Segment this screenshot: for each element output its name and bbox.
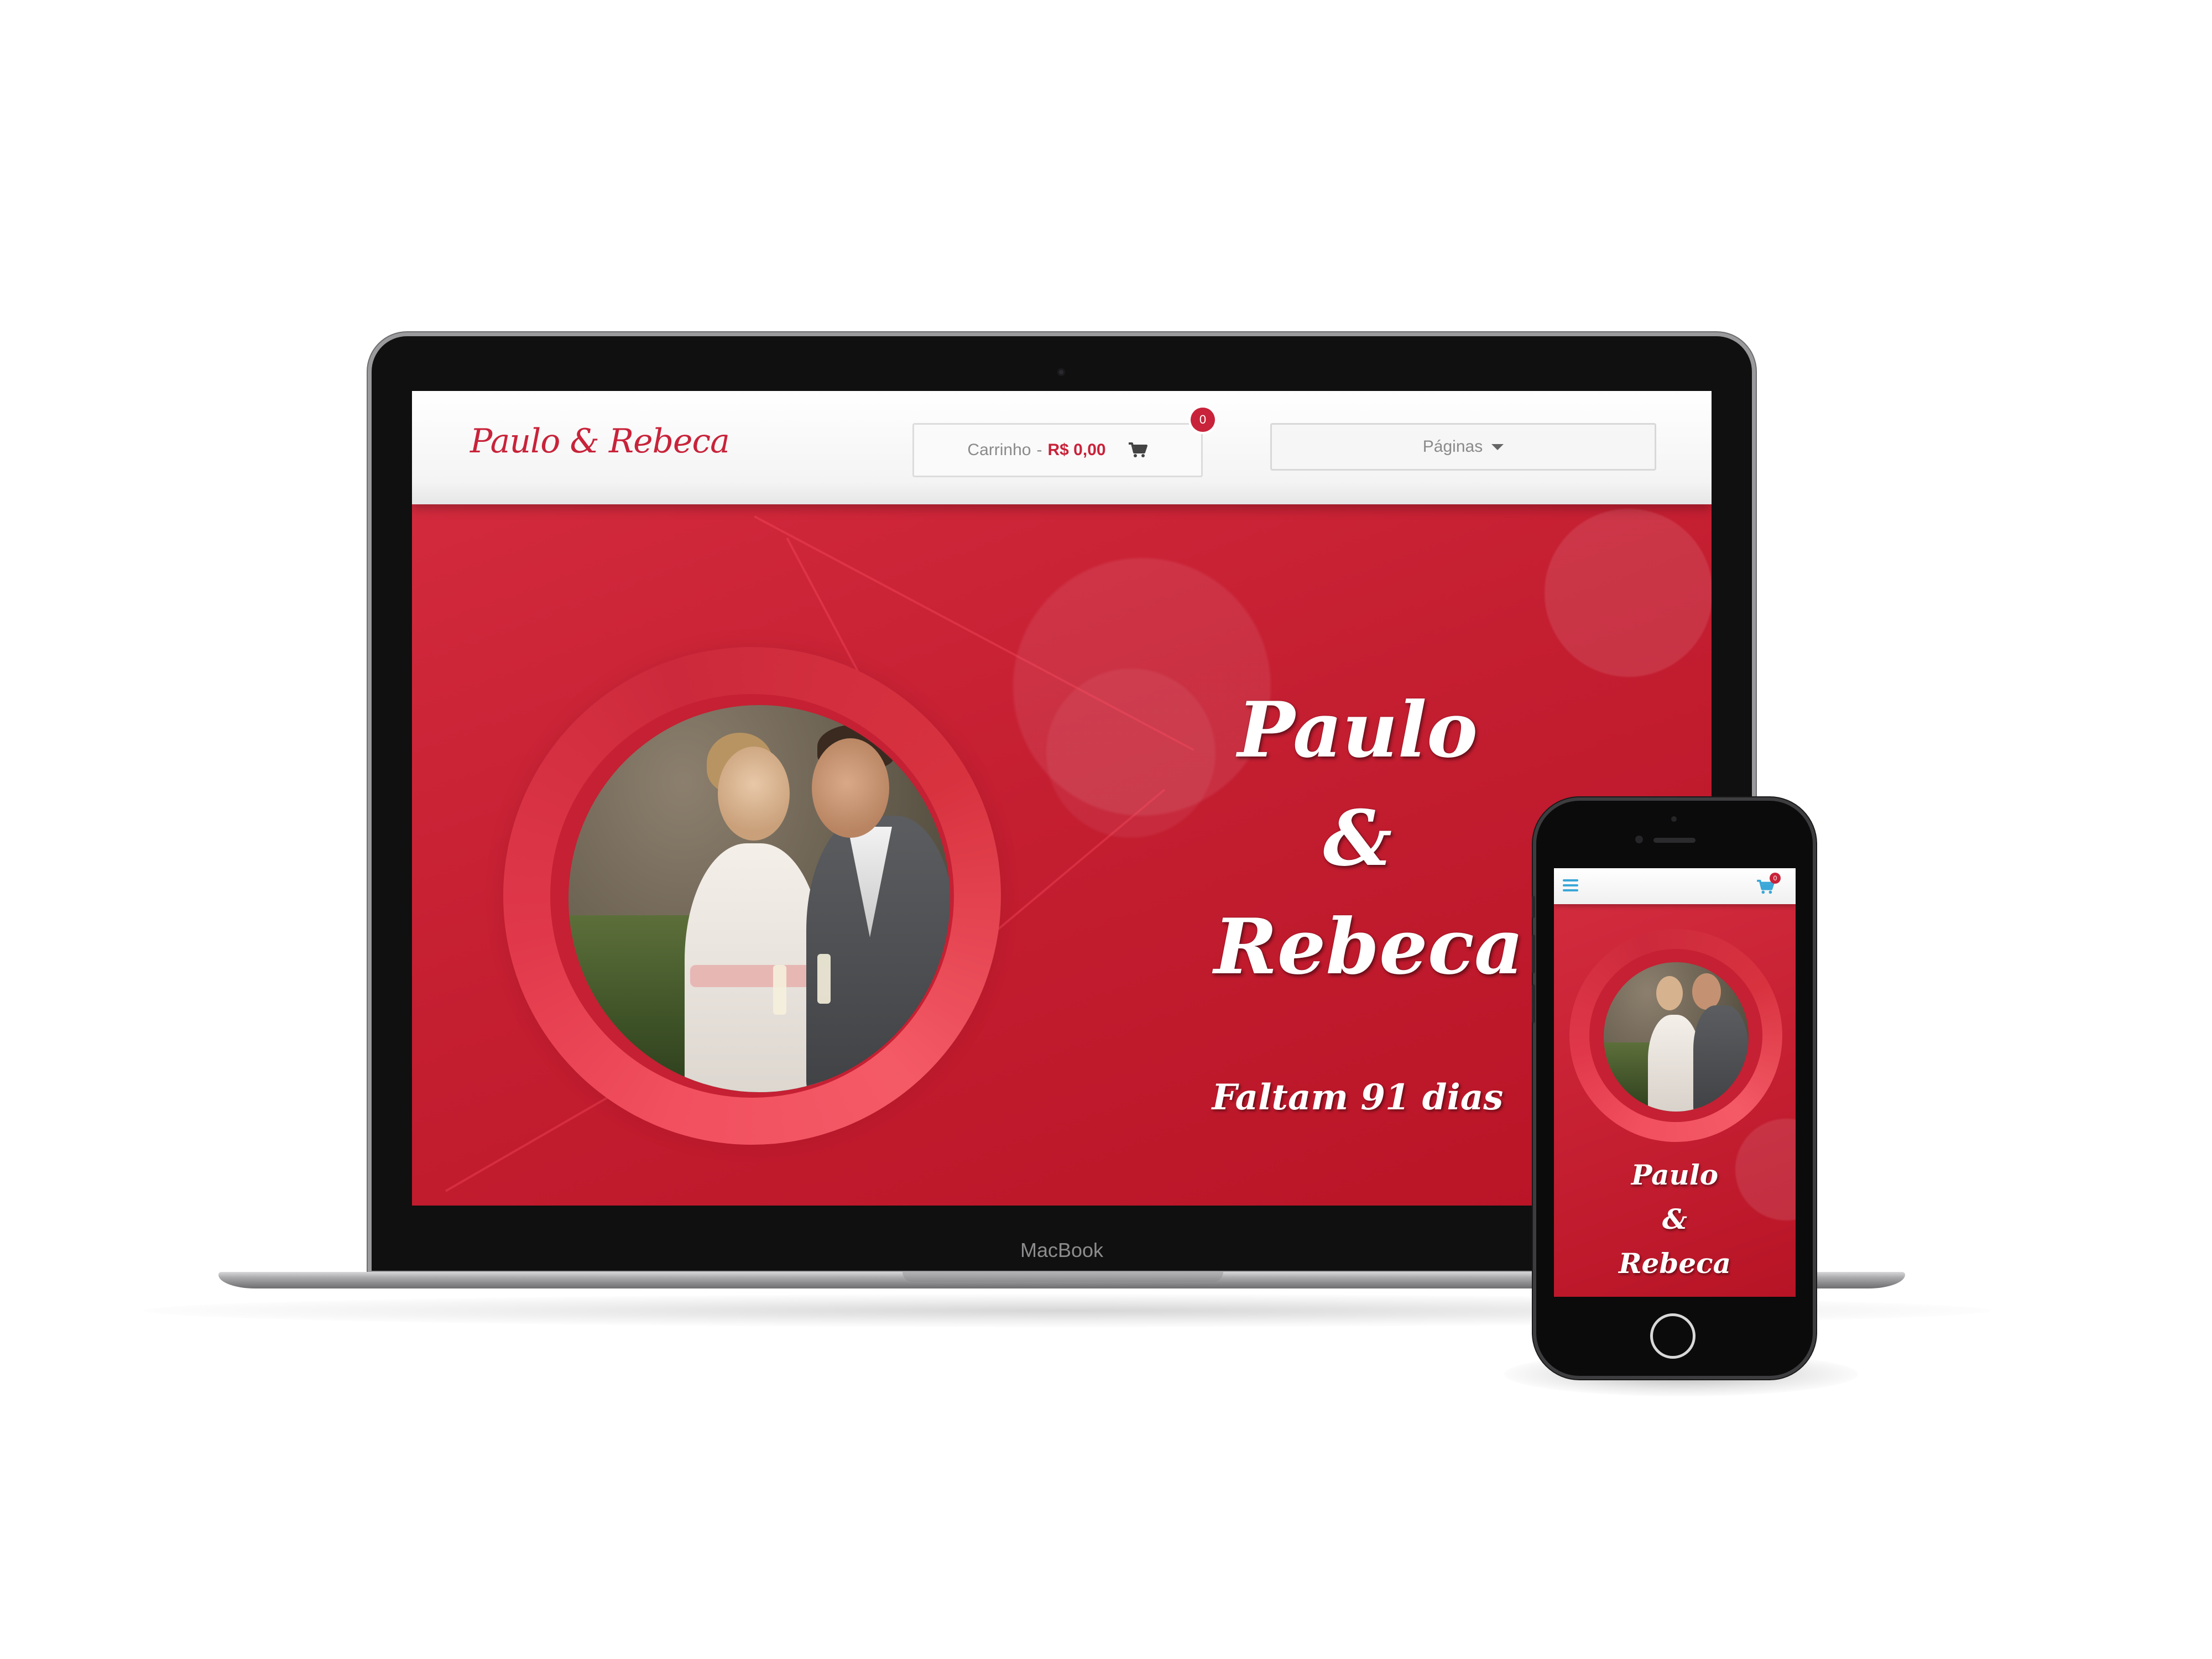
mobile-couple-photo [1604, 962, 1749, 1112]
shopping-cart-icon [1128, 442, 1148, 458]
laptop-camera [1057, 368, 1065, 376]
mobile-header: 0 [1554, 868, 1796, 904]
couple-names-heading: Paulo & Rebeca [1214, 676, 1524, 1001]
cart-button[interactable]: Carrinho - R$ 0,00 [912, 423, 1203, 477]
mobile-hero-section: Paulo & Rebeca [1554, 904, 1796, 1297]
mobile-hero-ampersand: & [1662, 1203, 1688, 1235]
hero-name-1: Paulo [1237, 685, 1478, 775]
hamburger-menu-icon[interactable] [1563, 879, 1578, 893]
caret-down-icon [1491, 444, 1504, 450]
hero-ampersand: & [1323, 793, 1392, 883]
hero-section: Paulo & Rebeca Faltam 91 dias [412, 504, 1712, 1206]
mobile-hero-name-1: Paulo [1631, 1159, 1719, 1191]
couple-photo [568, 705, 950, 1092]
phone-speaker [1653, 838, 1695, 843]
mobile-couple-names-heading: Paulo & Rebeca [1554, 1153, 1796, 1286]
pages-dropdown-label: Páginas [1422, 437, 1483, 456]
countdown-text: Faltam 91 dias [1212, 1077, 1504, 1118]
device-mockup-stage: Paulo & Rebeca Carrinho - R$ 0,00 0 Pági… [0, 0, 2212, 1659]
cart-price: R$ 0,00 [1047, 441, 1106, 459]
phone-volume-button [1532, 935, 1535, 973]
laptop-screen: Paulo & Rebeca Carrinho - R$ 0,00 0 Pági… [412, 391, 1712, 1206]
laptop-hinge-notch [902, 1272, 1223, 1282]
phone-front-camera [1635, 836, 1643, 843]
cart-label: Carrinho [967, 441, 1031, 459]
phone-home-button[interactable] [1650, 1313, 1695, 1359]
cart-count-badge: 0 [1191, 408, 1215, 432]
hero-decor-line [445, 1085, 629, 1192]
site-logo[interactable]: Paulo & Rebeca [470, 422, 730, 461]
phone-sensor [1671, 816, 1677, 822]
laptop-brand-label: MacBook [1020, 1239, 1104, 1261]
mobile-cart-badge: 0 [1770, 873, 1781, 884]
phone-side-button [1532, 896, 1535, 918]
mobile-hero-name-2: Rebeca [1619, 1247, 1731, 1280]
pages-dropdown-button[interactable]: Páginas [1270, 423, 1656, 471]
hero-name-2: Rebeca [1214, 901, 1524, 992]
phone-screen: 0 Paulo & Rebeca [1554, 868, 1796, 1297]
cart-separator: - [1036, 441, 1042, 459]
phone-volume-button [1532, 984, 1535, 1023]
site-header: Paulo & Rebeca Carrinho - R$ 0,00 0 Pági… [412, 391, 1712, 504]
